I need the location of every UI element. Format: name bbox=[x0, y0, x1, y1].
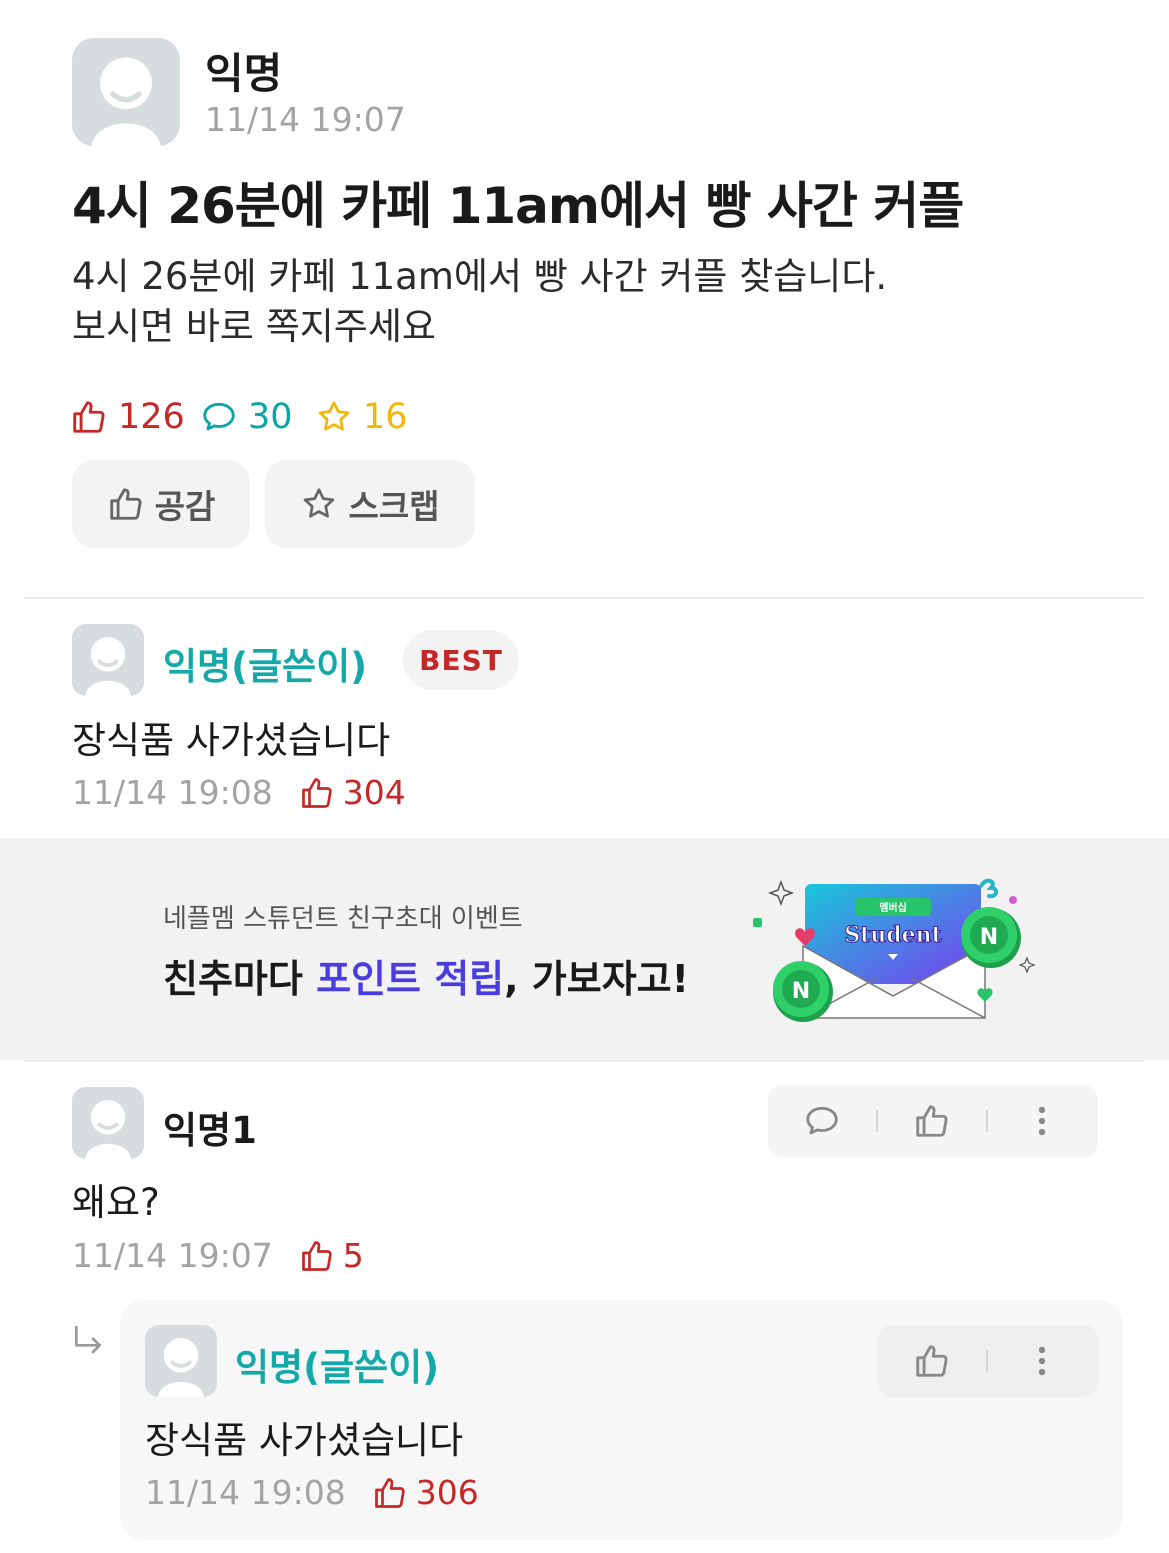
comment-likes: 304 bbox=[299, 773, 406, 812]
reply-likes-value: 306 bbox=[415, 1473, 479, 1512]
comment-time: 11/14 19:08 bbox=[72, 773, 273, 812]
reply-author: 익명(글쓴이) bbox=[235, 1346, 440, 1389]
ad-headline-pre: 친추마다 bbox=[163, 957, 317, 1001]
ad-art-badge: 멤버십 bbox=[879, 901, 907, 914]
scrap-button[interactable]: 스크랩 bbox=[265, 460, 475, 548]
thumb-up-icon bbox=[107, 485, 145, 523]
like-count-value: 126 bbox=[118, 397, 185, 437]
avatar-icon bbox=[72, 38, 180, 146]
comment-text: 장식품 사가셨습니다 bbox=[72, 719, 391, 762]
thumb-up-icon bbox=[913, 1342, 951, 1380]
comment-meta: 11/14 19:08 304 bbox=[72, 773, 406, 812]
comment-count: 30 bbox=[200, 397, 293, 437]
ad-headline-post: , 가보자고! bbox=[504, 957, 689, 1001]
comment-likes-value: 304 bbox=[342, 773, 406, 812]
speech-bubble-icon bbox=[803, 1102, 841, 1140]
thumb-up-icon bbox=[70, 398, 108, 436]
comment-avatar bbox=[72, 1087, 144, 1159]
scrap-count: 16 bbox=[315, 397, 408, 437]
comment-likes-value: 5 bbox=[342, 1236, 364, 1275]
reply-button[interactable] bbox=[768, 1102, 876, 1140]
ad-art-label: Student bbox=[844, 922, 942, 948]
section-divider bbox=[24, 1060, 1144, 1062]
reply-more-button[interactable] bbox=[988, 1342, 1096, 1380]
avatar-icon bbox=[145, 1325, 217, 1397]
post-time: 11/14 19:07 bbox=[205, 100, 406, 139]
ad-headline-highlight: 포인트 적립 bbox=[316, 957, 505, 1001]
ad-headline: 친추마다 포인트 적립, 가보자고! bbox=[163, 948, 689, 1003]
post-body: 4시 26분에 카페 11am에서 빵 사간 커플 찾습니다. 보시면 바로 쪽… bbox=[72, 252, 887, 352]
thumb-up-icon bbox=[299, 1238, 335, 1274]
star-icon bbox=[315, 398, 353, 436]
ad-banner[interactable]: 네플멤 스튜던트 친구초대 이벤트 친추마다 포인트 적립, 가보자고! 멤버십… bbox=[0, 838, 1169, 1060]
reply-toolbar bbox=[878, 1325, 1098, 1397]
reply-meta: 11/14 19:08 306 bbox=[145, 1473, 479, 1512]
comment-time: 11/14 19:07 bbox=[72, 1236, 273, 1275]
comment-author: 익명(글쓴이) bbox=[163, 645, 368, 688]
thumb-up-icon bbox=[372, 1475, 408, 1511]
section-divider bbox=[24, 597, 1144, 599]
comment-like-button[interactable] bbox=[878, 1102, 986, 1140]
thumb-up-icon bbox=[913, 1102, 951, 1140]
like-button-label: 공감 bbox=[154, 487, 216, 526]
avatar-icon bbox=[72, 1087, 144, 1159]
comment-avatar bbox=[72, 624, 144, 696]
post-author: 익명 bbox=[205, 49, 283, 98]
svg-text:N: N bbox=[980, 925, 998, 950]
reply-avatar bbox=[145, 1325, 217, 1397]
like-count: 126 bbox=[70, 397, 185, 437]
comment-toolbar bbox=[768, 1085, 1098, 1157]
star-icon bbox=[300, 485, 338, 523]
svg-text:N: N bbox=[792, 979, 810, 1004]
comment-text: 왜요? bbox=[72, 1181, 160, 1224]
thumb-up-icon bbox=[299, 775, 335, 811]
scrap-button-label: 스크랩 bbox=[348, 487, 440, 526]
reply-likes: 306 bbox=[372, 1473, 479, 1512]
post-body-line: 보시면 바로 쪽지주세요 bbox=[72, 305, 436, 348]
comment-likes: 5 bbox=[299, 1236, 364, 1275]
reply-like-button[interactable] bbox=[878, 1342, 986, 1380]
avatar-icon bbox=[72, 624, 144, 696]
post-title: 4시 26분에 카페 11am에서 빵 사간 커플 bbox=[72, 177, 964, 235]
scrap-count-value: 16 bbox=[363, 397, 408, 437]
comment-count-value: 30 bbox=[248, 397, 293, 437]
reply-text: 장식품 사가셨습니다 bbox=[145, 1419, 464, 1462]
coin-icon: N bbox=[961, 907, 1021, 968]
comment-meta: 11/14 19:07 5 bbox=[72, 1236, 364, 1275]
post-body-line: 4시 26분에 카페 11am에서 빵 사간 커플 찾습니다. bbox=[72, 255, 888, 298]
best-badge: BEST bbox=[403, 630, 519, 690]
more-button[interactable] bbox=[988, 1102, 1096, 1140]
reply-time: 11/14 19:08 bbox=[145, 1473, 346, 1512]
more-icon bbox=[1023, 1342, 1061, 1380]
envelope-illustration: 멤버십 Student N N bbox=[753, 878, 1036, 1022]
reply-arrow-icon bbox=[75, 1325, 101, 1354]
like-button[interactable]: 공감 bbox=[72, 460, 250, 548]
speech-bubble-icon bbox=[200, 398, 238, 436]
comment-author: 익명1 bbox=[163, 1109, 257, 1152]
author-avatar bbox=[72, 38, 180, 146]
ad-subtitle: 네플멤 스튜던트 친구초대 이벤트 bbox=[163, 904, 523, 934]
more-icon bbox=[1023, 1102, 1061, 1140]
